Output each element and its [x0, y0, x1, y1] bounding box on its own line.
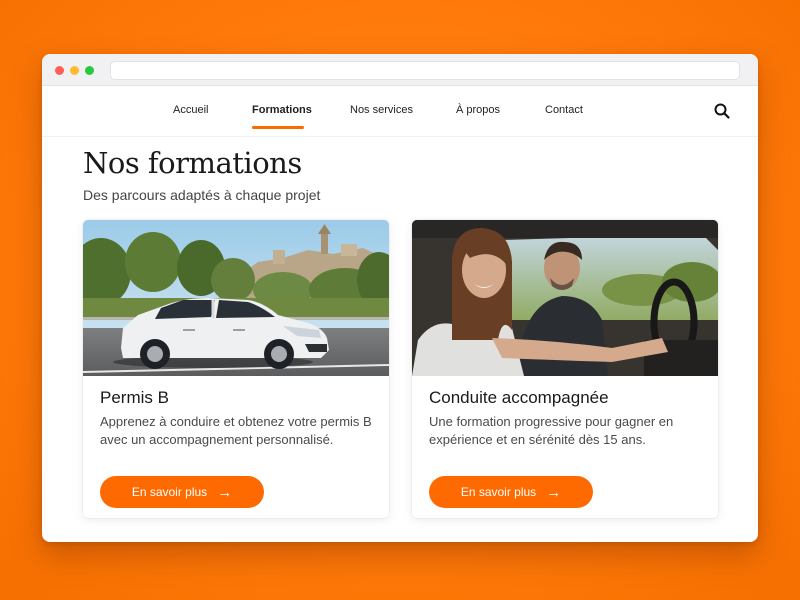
formation-card-conduite-accompagnee: Conduite accompagnée Une formation progr… [412, 220, 718, 518]
nav-item-accueil[interactable]: Accueil [173, 104, 208, 116]
card-description: Apprenez à conduire et obtenez votre per… [100, 414, 372, 447]
main-navigation: Accueil Formations Nos services À propos… [42, 86, 758, 137]
browser-toolbar [42, 54, 758, 86]
active-nav-indicator [252, 126, 304, 129]
en-savoir-plus-button[interactable]: En savoir plus → [429, 476, 593, 508]
browser-window: Accueil Formations Nos services À propos… [42, 54, 758, 542]
close-window-button[interactable] [55, 66, 64, 75]
card-title: Conduite accompagnée [429, 388, 609, 407]
en-savoir-plus-button[interactable]: En savoir plus → [100, 476, 264, 508]
arrow-right-icon: → [546, 483, 562, 501]
nav-item-contact[interactable]: Contact [545, 104, 583, 116]
card-title: Permis B [100, 388, 169, 407]
button-label: En savoir plus [460, 485, 537, 499]
white-car-photo [83, 220, 389, 376]
search-icon[interactable] [713, 102, 731, 120]
arrow-right-icon: → [217, 483, 233, 501]
button-label: En savoir plus [131, 485, 208, 499]
formation-card-permis-b: Permis B Apprenez à conduire et obtenez … [83, 220, 389, 518]
maximize-window-button[interactable] [85, 66, 94, 75]
nav-item-formations[interactable]: Formations [252, 104, 312, 116]
nav-item-nos-services[interactable]: Nos services [350, 104, 413, 116]
nav-item-a-propos[interactable]: À propos [456, 104, 500, 116]
driver-and-instructor-photo [412, 220, 718, 376]
page-subtitle: Des parcours adaptés à chaque projet [83, 187, 321, 203]
card-description: Une formation progressive pour gagner en… [429, 414, 674, 447]
address-bar[interactable] [110, 61, 740, 80]
minimize-window-button[interactable] [70, 66, 79, 75]
page-title: Nos formations [83, 146, 302, 180]
